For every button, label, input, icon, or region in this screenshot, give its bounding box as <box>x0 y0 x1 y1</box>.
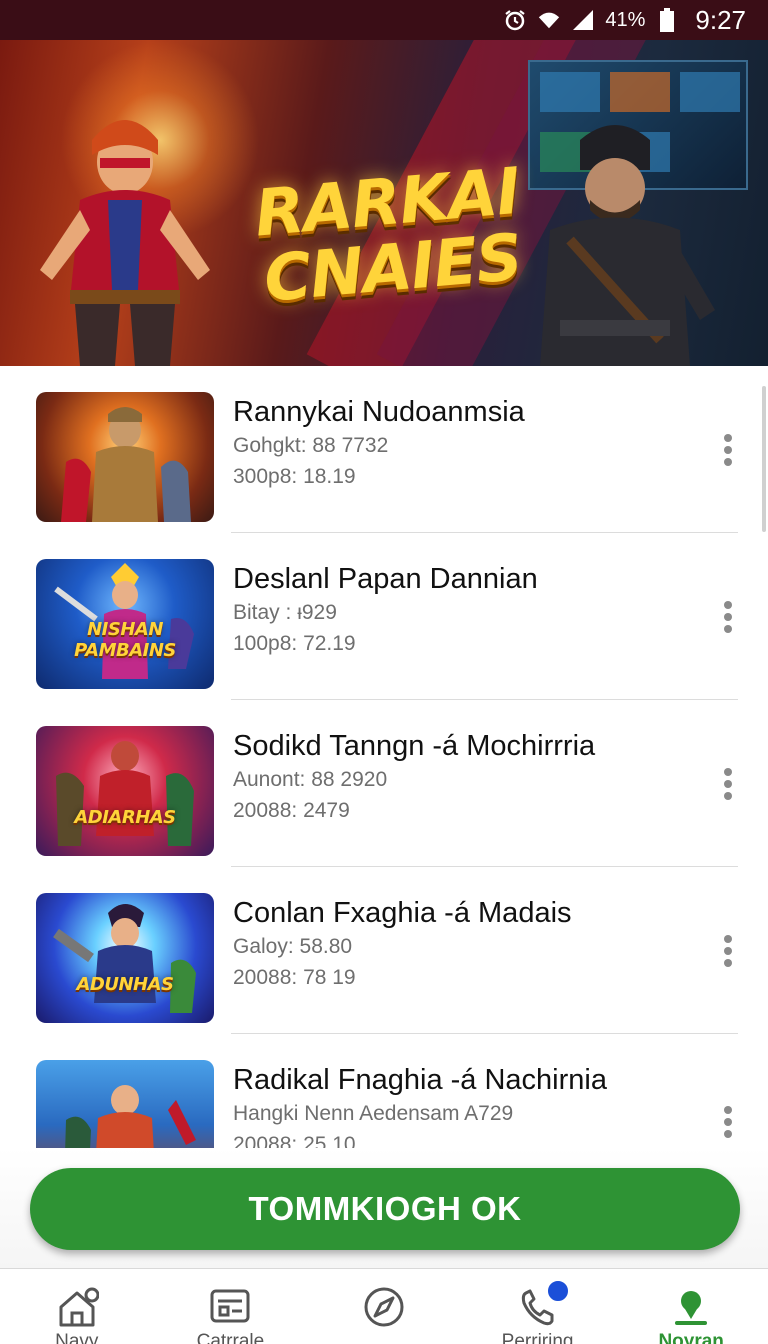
nav-item-explore[interactable] <box>307 1269 461 1344</box>
more-options-icon[interactable] <box>716 1104 740 1140</box>
battery-percent: 41% <box>605 8 646 31</box>
game-meta-1: Aunont: 88 2920 <box>233 768 388 791</box>
battery-icon <box>655 8 679 32</box>
nav-item-noyran[interactable]: Noyran <box>614 1269 768 1344</box>
list-item[interactable]: NISHAN PAMBAINS Deslanl Papan Dannian Bi… <box>0 533 768 700</box>
game-thumbnail[interactable]: ADUNHAS <box>36 893 214 1023</box>
nav-label: Perriring <box>501 1331 574 1344</box>
clock: 9:27 <box>695 4 746 35</box>
hero-character-left <box>40 120 210 366</box>
hero-title: RARKAI CNAIES <box>251 154 525 317</box>
more-options-icon[interactable] <box>716 432 740 468</box>
game-meta-1: Hangki Nenn Aedensam A729 <box>233 1102 514 1125</box>
game-title: Deslanl Papan Dannian <box>233 563 538 595</box>
notification-badge <box>545 1279 570 1303</box>
game-thumbnail[interactable] <box>36 1060 214 1148</box>
game-meta-2: 20088: 78 19 <box>233 966 356 989</box>
game-info[interactable]: Conlan Fxaghia -á Madais Galoy: 58.80 20… <box>233 895 703 993</box>
game-meta-2: 100p8: 72.19 <box>233 632 356 655</box>
game-meta-2: 20088: 2479 <box>233 799 350 822</box>
nav-label: Noyran <box>658 1331 724 1344</box>
game-meta-1: Gohgkt: 88 7732 <box>233 434 389 457</box>
signal-icon <box>571 8 595 32</box>
game-meta-2: 20088: 25.10 <box>233 1133 356 1148</box>
primary-action-button[interactable]: TOMMKIOGH OK <box>30 1168 740 1250</box>
game-meta-1: Galoy: 58.80 <box>233 935 353 958</box>
cta-area: TOMMKIOGH OK <box>0 1148 768 1268</box>
game-title: Radikal Fnaghia -á Nachirnia <box>233 1064 607 1096</box>
nav-label: Navy <box>55 1331 99 1344</box>
more-options-icon[interactable] <box>716 599 740 635</box>
game-info[interactable]: Radikal Fnaghia -á Nachirnia Hangki Nenn… <box>233 1062 703 1148</box>
scrollbar[interactable] <box>762 386 766 532</box>
nav-item-navy[interactable]: Navy <box>0 1269 154 1344</box>
compass-icon <box>364 1287 404 1327</box>
bottom-navigation: Navy Catrrale Perriring Noyran <box>0 1268 768 1344</box>
game-info[interactable]: Sodikd Tanngn -á Mochirrria Aunont: 88 2… <box>233 728 703 826</box>
catalog-icon <box>210 1289 250 1323</box>
alarm-icon <box>503 8 527 32</box>
hero-character-right <box>540 125 715 366</box>
profile-pin-icon <box>675 1291 708 1325</box>
nav-item-catrrale[interactable]: Catrrale <box>154 1269 308 1344</box>
list-item[interactable]: ADIARHAS Sodikd Tanngn -á Mochirrria Aun… <box>0 700 768 867</box>
game-title: Sodikd Tanngn -á Mochirrria <box>233 730 596 762</box>
game-meta-1: Bitay : ᵻ929 <box>233 601 337 624</box>
list-item[interactable]: Radikal Fnaghia -á Nachirnia Hangki Nenn… <box>0 1034 768 1148</box>
list-item[interactable]: ADUNHAS Conlan Fxaghia -á Madais Galoy: … <box>0 867 768 1034</box>
hero-banner[interactable]: RARKAI CNAIES <box>0 40 768 366</box>
list-item[interactable]: Rannykai Nudoanmsia Gohgkt: 88 7732 300p… <box>0 366 768 533</box>
status-bar: 41% 9:27 <box>0 0 768 40</box>
game-title: Rannykai Nudoanmsia <box>233 396 525 428</box>
game-thumbnail[interactable]: ADIARHAS <box>36 726 214 856</box>
thumbnail-logo: ADIARHAS <box>74 807 176 828</box>
game-info[interactable]: Deslanl Papan Dannian Bitay : ᵻ929 100p8… <box>233 561 703 659</box>
game-title: Conlan Fxaghia -á Madais <box>233 897 572 929</box>
more-options-icon[interactable] <box>716 766 740 802</box>
home-icon <box>59 1287 99 1327</box>
wifi-icon <box>537 8 561 32</box>
game-list[interactable]: Rannykai Nudoanmsia Gohgkt: 88 7732 300p… <box>0 366 768 1148</box>
thumbnail-logo: NISHAN PAMBAINS <box>74 619 176 661</box>
nav-item-perriring[interactable]: Perriring <box>461 1269 615 1344</box>
game-thumbnail[interactable] <box>36 392 214 522</box>
game-info[interactable]: Rannykai Nudoanmsia Gohgkt: 88 7732 300p… <box>233 394 703 492</box>
thumbnail-logo: ADUNHAS <box>76 974 174 995</box>
nav-label: Catrrale <box>196 1331 265 1344</box>
more-options-icon[interactable] <box>716 933 740 969</box>
game-thumbnail[interactable]: NISHAN PAMBAINS <box>36 559 214 689</box>
game-meta-2: 300p8: 18.19 <box>233 465 356 488</box>
